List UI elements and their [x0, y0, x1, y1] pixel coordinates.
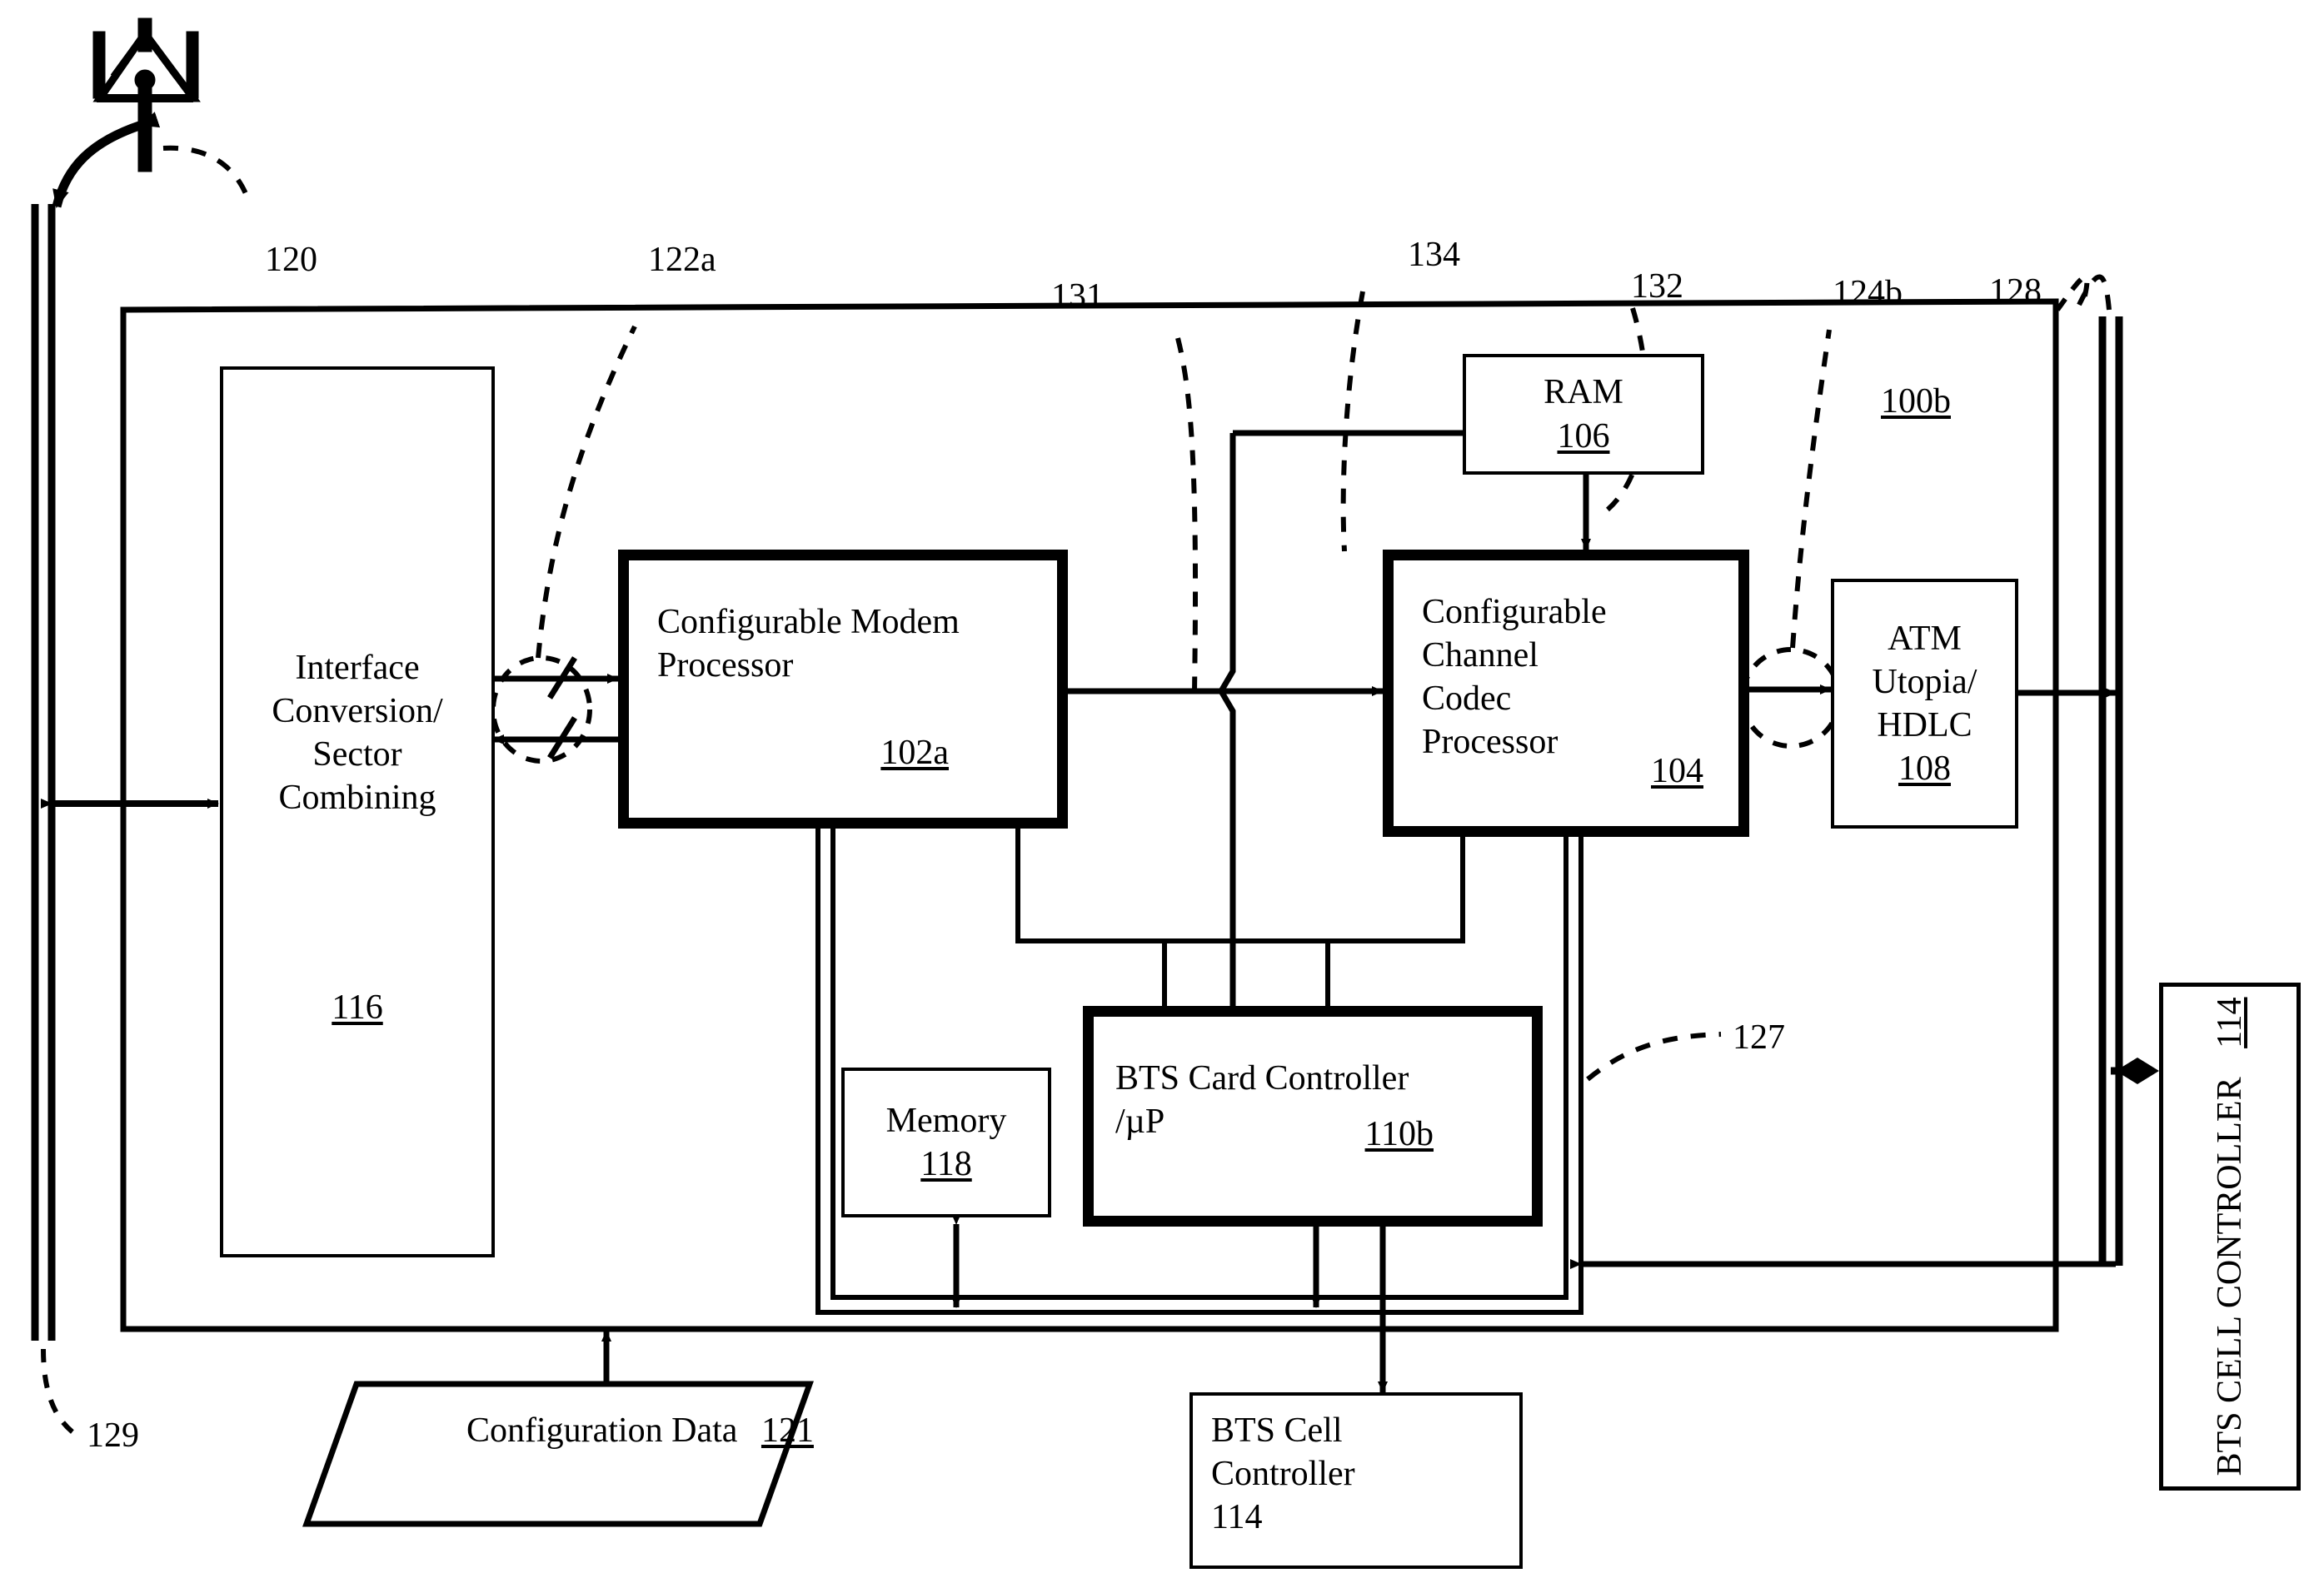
- memory-ref: 118: [920, 1145, 972, 1183]
- configuration-data-parallelogram: [302, 1381, 814, 1527]
- leader-129: [41, 1348, 82, 1440]
- codec-line-4: Processor: [1422, 723, 1558, 762]
- block-atm-utopia-hdlc[interactable]: ATM Utopia/ HDLC 108: [1831, 579, 2018, 829]
- leader-128: [2077, 274, 2112, 311]
- interface-ref: 116: [332, 988, 383, 1027]
- atm-line-1: ATM: [1888, 619, 1962, 658]
- block-ram[interactable]: RAM 106: [1463, 354, 1704, 475]
- cell-controller-bottom-line-1: BTS Cell: [1211, 1411, 1343, 1450]
- antenna-feed-arrow: [52, 112, 161, 208]
- block-channel-codec-processor[interactable]: Configurable Channel Codec Processor 104: [1383, 550, 1749, 837]
- block-bts-card-controller[interactable]: BTS Card Controller /µP 110b: [1083, 1006, 1543, 1227]
- block-interface-conversion[interactable]: Interface Conversion/ Sector Combining 1…: [220, 366, 495, 1257]
- configuration-data-label: Configuration Data 121: [466, 1409, 814, 1453]
- atm-ref: 108: [1898, 749, 1951, 789]
- interface-line-3: Sector: [312, 735, 402, 774]
- cell-controller-right-line-2: CONTROLLER: [2211, 1077, 2249, 1309]
- config-line-2-wrap: Data 121: [671, 1411, 814, 1450]
- cell-controller-bottom-line-2: Controller: [1211, 1455, 1355, 1494]
- ref-label-124b: 124b: [1833, 274, 1903, 312]
- config-line-2: Data: [671, 1411, 738, 1450]
- cell-controller-right-ref: 114: [2211, 997, 2249, 1048]
- modem-line-1: Configurable Modem: [657, 603, 960, 641]
- interface-line-1: Interface: [295, 648, 420, 687]
- ref-label-129: 129: [87, 1416, 139, 1455]
- ref-label-132: 132: [1631, 267, 1683, 306]
- ref-label-128: 128: [1989, 272, 2042, 311]
- leader-120: [162, 145, 252, 206]
- leader-131: [1175, 337, 1199, 692]
- block-bts-cell-controller-right[interactable]: BTS CELL CONTROLLER 114: [2159, 983, 2301, 1491]
- atm-line-2: Utopia/: [1872, 662, 1977, 701]
- modem-ref: 102a: [880, 733, 949, 772]
- leader-124b: [1790, 329, 1832, 649]
- ram-label: RAM: [1544, 373, 1623, 412]
- ref-label-122a: 122a: [648, 241, 716, 279]
- block-modem-processor[interactable]: Configurable Modem Processor 102a: [618, 550, 1068, 829]
- config-ref: 121: [761, 1411, 814, 1450]
- interface-line-4: Combining: [278, 779, 436, 818]
- codec-line-2: Channel: [1422, 636, 1539, 675]
- leader-127: [1586, 1032, 1722, 1082]
- ram-ref: 106: [1557, 416, 1610, 455]
- modem-line-2: Processor: [657, 646, 794, 685]
- ref-label-134: 134: [1408, 236, 1460, 274]
- codec-line-3: Codec: [1422, 679, 1512, 719]
- interface-line-2: Conversion/: [272, 691, 443, 730]
- card-controller-ref: 110b: [1364, 1114, 1434, 1153]
- atm-line-3: HDLC: [1877, 706, 1972, 744]
- block-bts-cell-controller-bottom[interactable]: BTS Cell Controller 114: [1189, 1392, 1523, 1569]
- leader-134: [1340, 291, 1365, 552]
- codec-ref: 104: [1651, 751, 1703, 790]
- cell-controller-right-line-1: BTS CELL: [2211, 1317, 2249, 1476]
- memory-label: Memory: [885, 1101, 1007, 1140]
- cell-controller-right-text: BTS CELL CONTROLLER 114: [2210, 997, 2250, 1476]
- ref-label-131: 131: [1051, 277, 1104, 316]
- ref-label-100b: 100b: [1881, 382, 1951, 421]
- block-memory[interactable]: Memory 118: [841, 1068, 1051, 1217]
- antenna-tower-icon: [92, 17, 201, 172]
- cell-controller-bottom-line-3: 114: [1211, 1498, 1263, 1537]
- ref-label-120: 120: [265, 241, 317, 279]
- patent-figure-canvas: Interface Conversion/ Sector Combining 1…: [0, 0, 2324, 1583]
- codec-line-1: Configurable: [1422, 593, 1607, 631]
- ref-label-127: 127: [1733, 1018, 1785, 1057]
- card-controller-line-1: BTS Card Controller: [1115, 1059, 1409, 1098]
- config-line-1: Configuration: [466, 1411, 663, 1450]
